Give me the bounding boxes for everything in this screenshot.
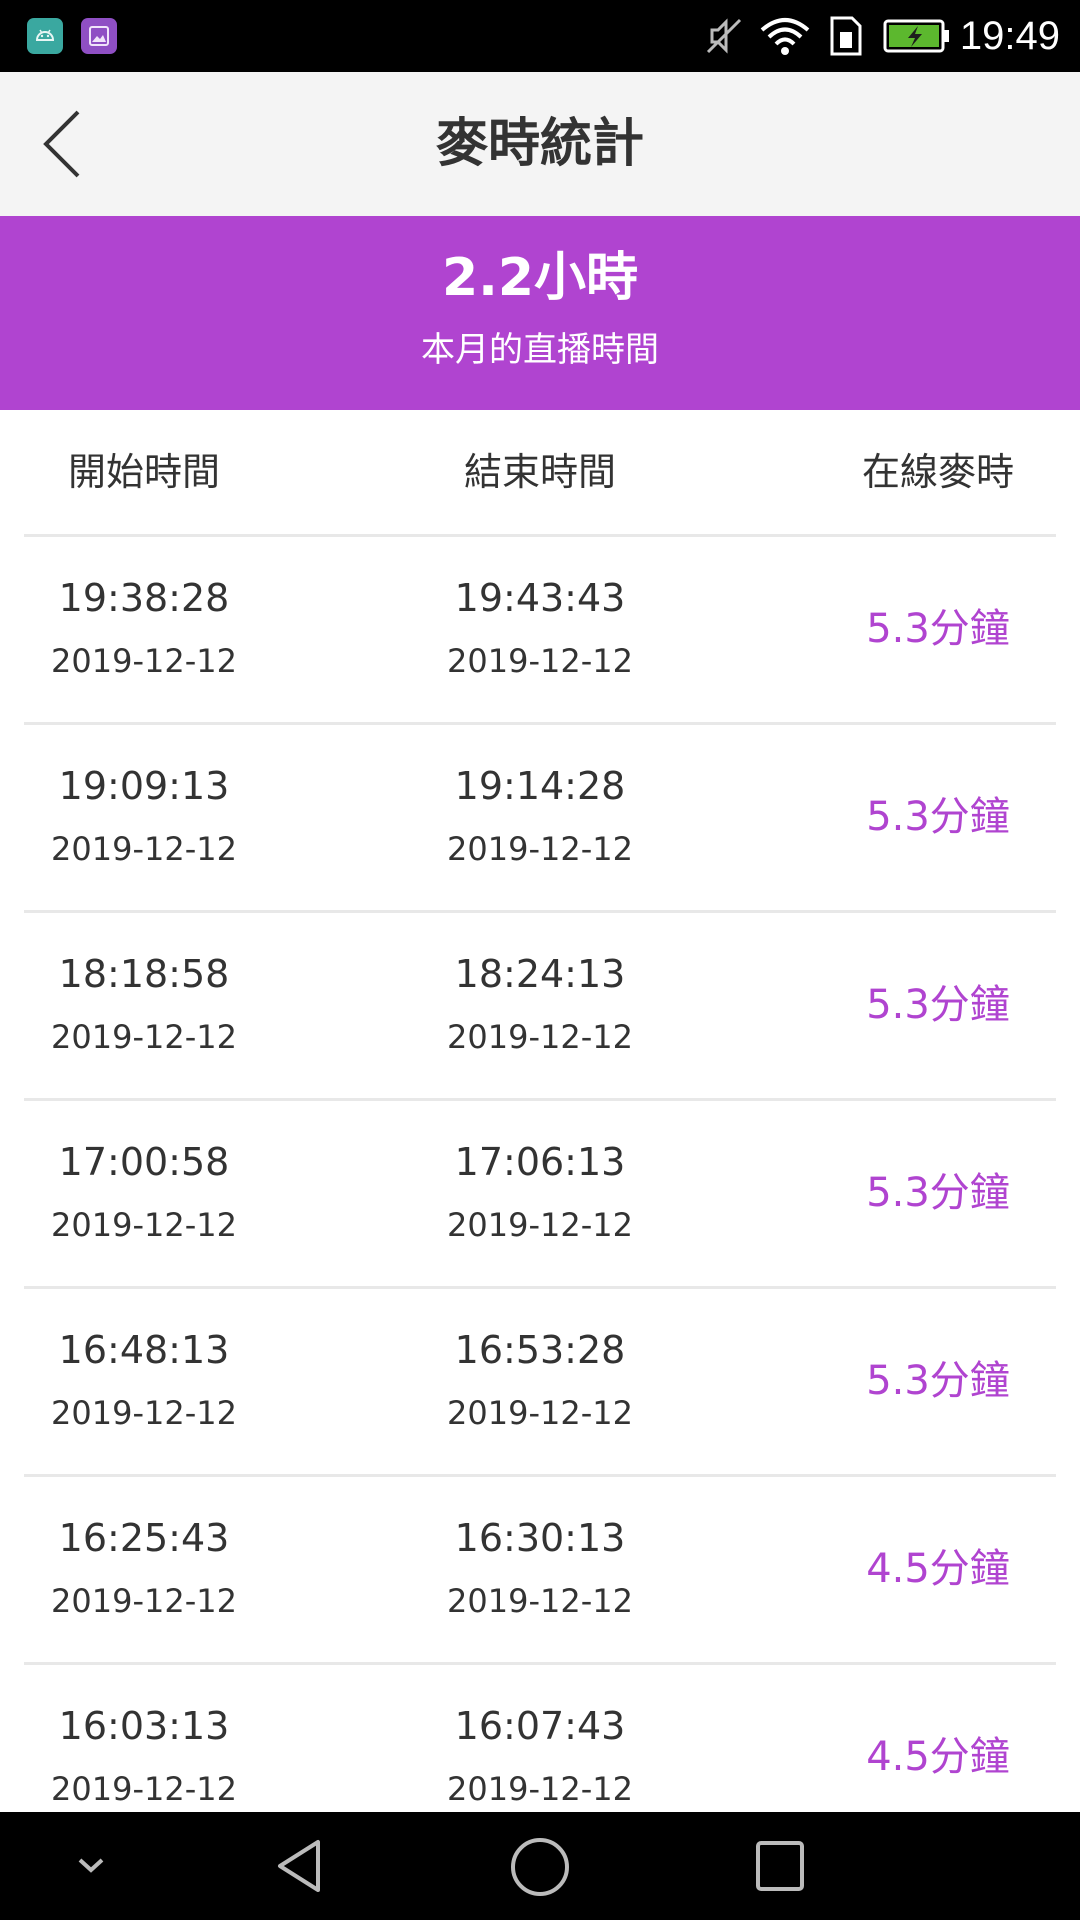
- online-duration: 4.5分鐘: [866, 1734, 1010, 1780]
- start-time: 16:48:13: [58, 1328, 230, 1372]
- back-triangle-icon[interactable]: [270, 1836, 330, 1896]
- online-duration: 4.5分鐘: [866, 1546, 1010, 1592]
- navigation-bar: [0, 1812, 1080, 1920]
- column-header-start-time: 開始時間: [67, 450, 220, 494]
- end-date: 2019-12-12: [447, 1018, 633, 1056]
- battery-charging-icon: [883, 19, 949, 53]
- end-date: 2019-12-12: [447, 1770, 633, 1808]
- end-time: 16:07:43: [454, 1704, 626, 1748]
- end-date: 2019-12-12: [447, 1582, 633, 1620]
- app-bar: 麥時統計: [0, 72, 1080, 216]
- online-duration: 5.3分鐘: [866, 1170, 1010, 1216]
- table-row[interactable]: 18:18:58 2019-12-12 18:24:13 2019-12-12 …: [0, 913, 1080, 1101]
- recents-square-icon[interactable]: [752, 1836, 808, 1896]
- end-time: 16:30:13: [454, 1516, 626, 1560]
- wifi-icon: [760, 18, 810, 55]
- home-circle-icon[interactable]: [509, 1836, 571, 1898]
- table-row[interactable]: 16:03:13 2019-12-12 16:07:43 2019-12-12 …: [0, 1665, 1080, 1812]
- table-row[interactable]: 19:09:13 2019-12-12 19:14:28 2019-12-12 …: [0, 725, 1080, 913]
- start-time: 19:09:13: [58, 764, 230, 808]
- page-title: 麥時統計: [435, 114, 644, 174]
- online-duration: 5.3分鐘: [866, 1358, 1010, 1404]
- table-row[interactable]: 16:48:13 2019-12-12 16:53:28 2019-12-12 …: [0, 1289, 1080, 1477]
- sim-icon: [830, 16, 862, 56]
- end-time: 17:06:13: [454, 1140, 626, 1184]
- end-date: 2019-12-12: [447, 830, 633, 868]
- online-duration: 5.3分鐘: [866, 982, 1010, 1028]
- end-time: 19:14:28: [454, 764, 626, 808]
- collapse-chevron-icon[interactable]: [66, 1836, 116, 1896]
- start-date: 2019-12-12: [51, 1206, 237, 1244]
- monthly-total-label: 本月的直播時間: [421, 330, 659, 370]
- table-row[interactable]: 16:25:43 2019-12-12 16:30:13 2019-12-12 …: [0, 1477, 1080, 1665]
- start-time: 19:38:28: [58, 576, 230, 620]
- table-header: 開始時間 結束時間 在線麥時: [0, 410, 1080, 536]
- start-time: 18:18:58: [58, 952, 230, 996]
- start-date: 2019-12-12: [51, 830, 237, 868]
- start-date: 2019-12-12: [51, 642, 237, 680]
- end-time: 16:53:28: [454, 1328, 626, 1372]
- status-bar: 19:49: [0, 0, 1080, 72]
- end-time: 18:24:13: [454, 952, 626, 996]
- column-header-online-time: 在線麥時: [861, 450, 1014, 494]
- start-date: 2019-12-12: [51, 1770, 237, 1808]
- monthly-total-hours: 2.2小時: [441, 248, 639, 308]
- end-date: 2019-12-12: [447, 1394, 633, 1432]
- start-date: 2019-12-12: [51, 1582, 237, 1620]
- online-duration: 5.3分鐘: [866, 606, 1010, 652]
- start-time: 16:03:13: [58, 1704, 230, 1748]
- android-app-icon: [27, 18, 63, 54]
- start-date: 2019-12-12: [51, 1394, 237, 1432]
- start-time: 16:25:43: [58, 1516, 230, 1560]
- end-time: 19:43:43: [454, 576, 626, 620]
- table-row[interactable]: 19:38:28 2019-12-12 19:43:43 2019-12-12 …: [0, 537, 1080, 725]
- end-date: 2019-12-12: [447, 1206, 633, 1244]
- start-date: 2019-12-12: [51, 1018, 237, 1056]
- mute-icon: [706, 18, 742, 54]
- table-row[interactable]: 17:00:58 2019-12-12 17:06:13 2019-12-12 …: [0, 1101, 1080, 1289]
- end-date: 2019-12-12: [447, 642, 633, 680]
- clock-time: 19:49: [959, 14, 1060, 58]
- gallery-app-icon: [81, 18, 117, 54]
- column-header-end-time: 結束時間: [463, 450, 616, 494]
- online-duration: 5.3分鐘: [866, 794, 1010, 840]
- session-list[interactable]: 19:38:28 2019-12-12 19:43:43 2019-12-12 …: [0, 537, 1080, 1812]
- start-time: 17:00:58: [58, 1140, 230, 1184]
- monthly-summary-banner: 2.2小時 本月的直播時間: [0, 216, 1080, 410]
